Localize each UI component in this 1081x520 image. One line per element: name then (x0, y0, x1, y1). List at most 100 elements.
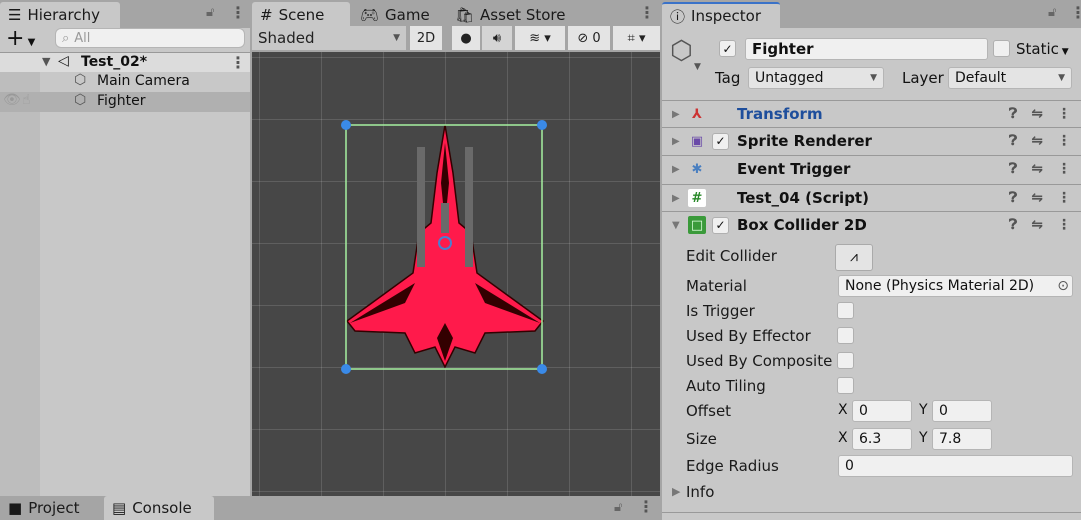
help-icon: ❓︎ (1008, 106, 1018, 122)
size-y-field[interactable]: 7.8 (932, 428, 992, 450)
presets-icon: ⇋ (1031, 217, 1043, 233)
icon-dropdown-arrow[interactable]: ▼ (694, 62, 701, 72)
list-item[interactable]: ⬡ Main Camera (40, 72, 250, 92)
material-field[interactable]: None (Physics Material 2D) ⊙ (838, 275, 1073, 297)
scene-row[interactable]: ▼ ◁ Test_02* ⋮ (0, 52, 250, 72)
folder-icon: ■ (8, 499, 23, 517)
used-by-composite-checkbox[interactable] (837, 352, 854, 369)
layer-dropdown[interactable]: Default ▼ (948, 67, 1072, 89)
sprite-renderer-icon: ▣ (690, 133, 704, 149)
size-x-field[interactable]: 6.3 (852, 428, 912, 450)
presets-icon: ⇋ (1031, 133, 1043, 149)
scene-panel: # Scene 🎮︎ Game 🛍︎ Asset Store ⋮ Shaded ▼ 2D… (252, 0, 660, 496)
script-icon: # (688, 189, 706, 207)
tab-asset-store[interactable]: 🛍︎ Asset Store (447, 2, 573, 28)
hidden-objects-button[interactable]: ⊘ 0 (568, 26, 610, 50)
hierarchy-panel: ☰ Hierarchy 🔓︎ ⋮ + ▼ ⌕ All ▼ ◁ Test_02* ⋮ … (0, 0, 250, 496)
edit-collider-label: Edit Collider (686, 247, 777, 265)
menu-icon[interactable]: ⋮ (638, 497, 654, 516)
presets-icon: ⇋ (1031, 106, 1043, 122)
gameobject-icon: ⬡ (74, 92, 87, 108)
menu-icon[interactable]: ⋮ (1070, 3, 1081, 22)
name-field[interactable]: Fighter (745, 38, 988, 60)
bag-icon: 🛍︎ (455, 6, 475, 24)
offset-x-field[interactable]: 0 (852, 400, 912, 422)
tab-game[interactable]: 🎮︎ Game (352, 2, 438, 28)
info-foldout[interactable]: Info (686, 483, 714, 501)
tab-hierarchy[interactable]: ☰ Hierarchy (0, 2, 120, 28)
pick-icon[interactable]: ☝︎ (22, 92, 31, 108)
menu-icon: ⋮ (1057, 217, 1071, 233)
offset-y-field[interactable]: 0 (932, 400, 992, 422)
tag-dropdown[interactable]: Untagged ▼ (748, 67, 884, 89)
inspector-tabbar: ⓘ Inspector 🔓︎ ⋮ (662, 0, 1081, 28)
cursor-icon: ✱ (691, 161, 703, 177)
grid-snap-dropdown[interactable]: ⌗ ▾ (613, 26, 660, 50)
component-sprite-renderer[interactable]: ▶ ▣ ✓ Sprite Renderer ❓︎ ⇋ ⋮ (662, 127, 1081, 154)
search-icon: ⌕ (62, 30, 70, 46)
y-label: Y (919, 430, 928, 446)
list-item[interactable]: 👁︎ ☝︎ ⬡ Fighter (0, 92, 250, 112)
component-transform[interactable]: ▶ ⅄ Transform ❓︎ ⇋ ⋮ (662, 100, 1081, 127)
menu-icon[interactable]: ⋮ (230, 3, 246, 22)
effects-dropdown[interactable]: ≋ ▾ (515, 26, 565, 50)
scene-viewport[interactable] (252, 52, 660, 496)
collider-handle (537, 120, 547, 130)
component-box-collider-2d[interactable]: ▼ □ ✓ Box Collider 2D ❓︎ ⇋ ⋮ (662, 211, 1081, 238)
used-by-effector-checkbox[interactable] (837, 327, 854, 344)
is-trigger-checkbox[interactable] (837, 302, 854, 319)
tab-project[interactable]: ■ Project (0, 496, 88, 520)
x-label: X (838, 430, 848, 446)
transform-icon: ⅄ (692, 106, 702, 122)
list-icon: ☰ (8, 6, 22, 24)
edit-collider-button[interactable]: ⩘ (835, 244, 873, 271)
active-checkbox[interactable]: ✓ (719, 40, 736, 57)
offset-label: Offset (686, 402, 732, 420)
divider (662, 512, 1081, 513)
presets-icon: ⇋ (1031, 190, 1043, 206)
gamepad-icon: 🎮︎ (360, 6, 380, 24)
audio-icon[interactable]: 🔊︎ (482, 26, 512, 50)
help-icon: ❓︎ (1008, 133, 1018, 149)
static-checkbox[interactable] (993, 40, 1010, 57)
info-expand-arrow[interactable]: ▶ (672, 485, 680, 498)
static-dropdown[interactable]: Static ▼ (1016, 40, 1069, 58)
scene-menu-icon[interactable]: ⋮ (230, 53, 246, 72)
is-trigger-label: Is Trigger (686, 302, 755, 320)
menu-icon: ⋮ (1057, 106, 1071, 122)
enabled-checkbox[interactable]: ✓ (712, 132, 729, 150)
add-button[interactable]: + ▼ (6, 26, 35, 51)
edge-radius-field[interactable]: 0 (838, 455, 1073, 477)
fighter-sprite[interactable] (252, 52, 660, 496)
search-input[interactable]: ⌕ All (55, 28, 245, 48)
tag-label: Tag (715, 69, 741, 87)
gameobject-icon[interactable]: ⬡ (670, 36, 693, 66)
tab-inspector[interactable]: ⓘ Inspector (662, 2, 780, 28)
expand-arrow-icon[interactable]: ▼ (42, 55, 50, 68)
component-event-trigger[interactable]: ▶ ✱ Event Trigger ❓︎ ⇋ ⋮ (662, 155, 1081, 182)
size-label: Size (686, 430, 717, 448)
enabled-checkbox[interactable]: ✓ (712, 216, 729, 234)
lock-icon[interactable]: 🔓︎ (614, 500, 622, 515)
toggle-2d-button[interactable]: 2D (410, 26, 442, 50)
lock-icon[interactable]: 🔓︎ (206, 5, 214, 20)
tab-scene[interactable]: # Scene (252, 2, 350, 28)
layer-label: Layer (902, 69, 944, 87)
auto-tiling-checkbox[interactable] (837, 377, 854, 394)
x-label: X (838, 402, 848, 418)
eye-icon[interactable]: 👁︎ (3, 92, 21, 108)
menu-icon[interactable]: ⋮ (639, 3, 655, 22)
menu-icon: ⋮ (1057, 133, 1071, 149)
lock-icon[interactable]: 🔓︎ (1048, 5, 1056, 20)
lighting-icon[interactable]: ● (452, 26, 480, 50)
tab-console[interactable]: ▤ Console (104, 496, 214, 520)
bottom-tabbar: ■ Project ▤ Console 🔓︎ ⋮ (0, 496, 660, 520)
object-picker-icon[interactable]: ⊙ (1057, 278, 1069, 294)
used-by-effector-label: Used By Effector (686, 327, 811, 345)
edit-shape-icon: ⩘ (850, 249, 858, 265)
used-by-composite-label: Used By Composite (686, 352, 833, 370)
component-script[interactable]: ▶ # Test_04 (Script) ❓︎ ⇋ ⋮ (662, 184, 1081, 211)
edge-radius-label: Edge Radius (686, 457, 779, 475)
shading-dropdown[interactable]: Shaded ▼ (252, 26, 406, 50)
hierarchy-tabbar: ☰ Hierarchy 🔓︎ ⋮ (0, 0, 250, 28)
